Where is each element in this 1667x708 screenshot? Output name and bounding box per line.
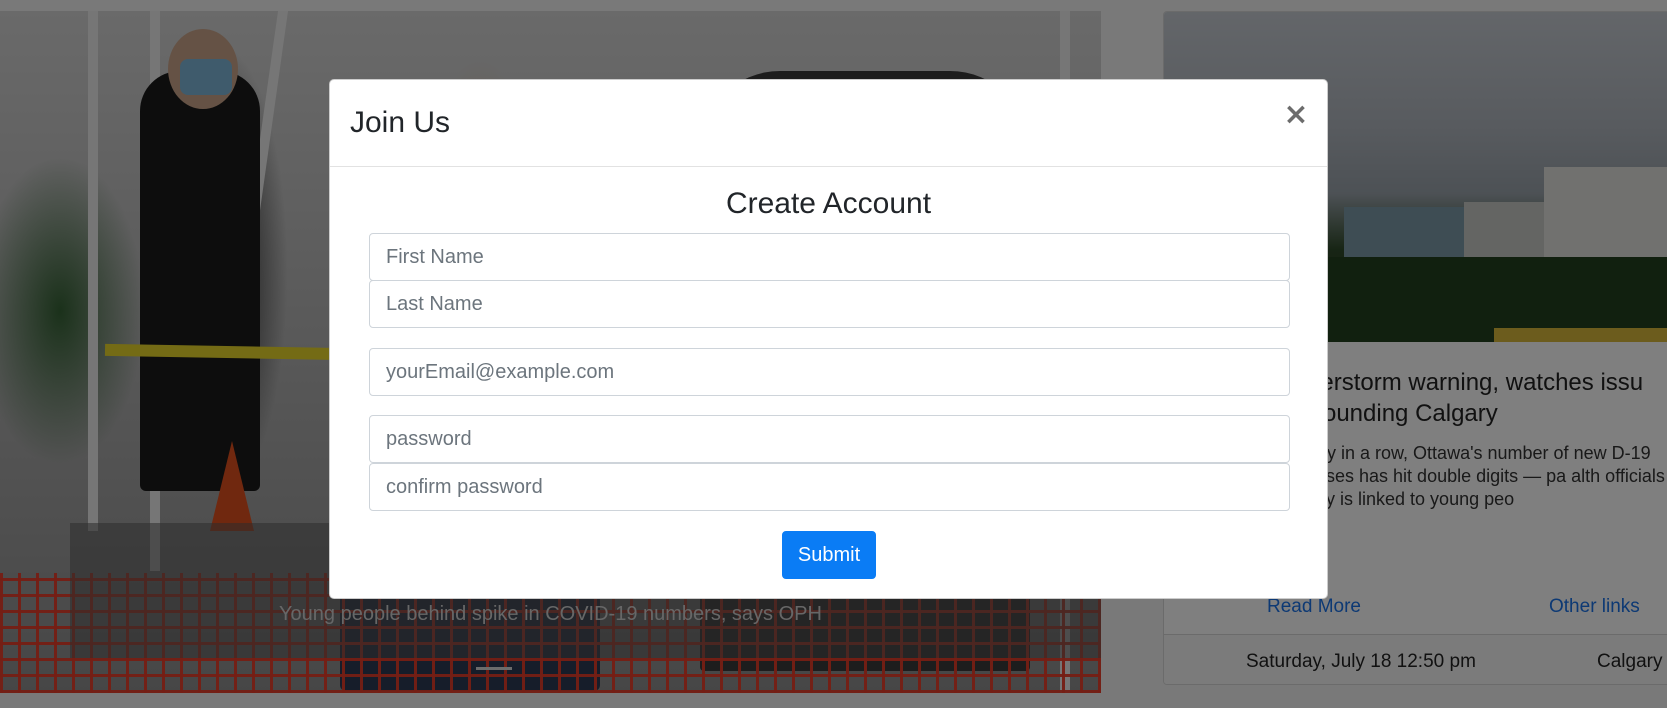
- password-input[interactable]: [369, 415, 1290, 463]
- last-name-input[interactable]: [369, 280, 1290, 328]
- first-name-input[interactable]: [369, 233, 1290, 281]
- page: Young people behind spike in COVID-19 nu…: [0, 0, 1667, 708]
- modal-title: Join Us: [350, 106, 451, 139]
- submit-button[interactable]: Submit: [782, 531, 876, 579]
- confirm-password-input[interactable]: [369, 463, 1290, 511]
- close-icon[interactable]: ×: [1283, 100, 1309, 130]
- email-input[interactable]: [369, 348, 1290, 396]
- create-account-title: Create Account: [725, 187, 932, 220]
- join-us-modal: Join Us × Create Account Submit: [329, 79, 1328, 599]
- modal-header: Join Us ×: [330, 80, 1327, 167]
